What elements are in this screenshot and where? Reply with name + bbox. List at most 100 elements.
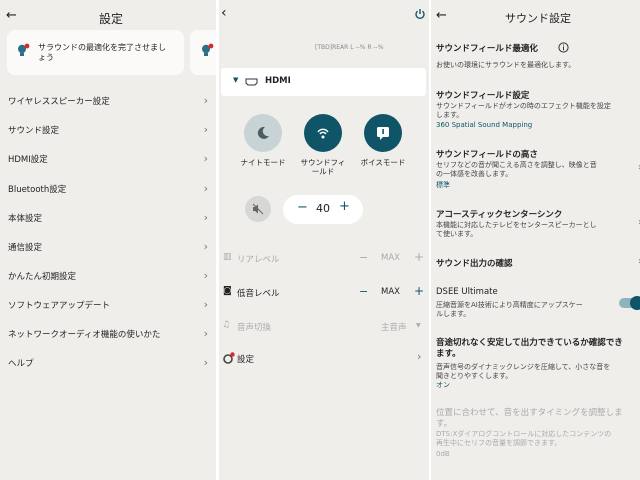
chevron-left-icon: ‹ [221,5,227,21]
arrow-left-icon: ← [6,8,17,23]
settings-item-desc: 音声信号のダイナミックレンジを圧縮して、小さな音を 聞きとりやすくします。 [436,363,611,380]
menu-item-label: 通信設定 [8,242,43,253]
menu-item-network[interactable]: 通信設定 › [0,232,216,261]
arrow-left-icon: ← [436,8,447,23]
rear-level-minus[interactable]: − [359,251,368,264]
hdmi-icon [245,78,258,86]
settings-item-title: サウンドフィールドの高さ [436,150,538,160]
chevron-right-icon: › [203,298,208,311]
chevron-right-icon: › [203,356,208,369]
volume-up-button[interactable]: + [339,199,350,214]
voice-mode-button[interactable] [364,114,402,152]
rear-level-plus[interactable]: + [414,250,424,264]
volume-down-button[interactable]: − [297,200,308,215]
sound-settings-screen: ← サウンド設定 サウンドフィールド最適化 お使いの環境にサラウンドを最適化しま… [431,0,640,480]
menu-item-label: HDMI設定 [8,154,48,165]
rear-level-label: リアレベル [237,255,280,265]
control-screen: ‹ [TBD]REAR L --% R --% ▼ HDMI ナイトモード サウ… [219,0,429,480]
settings-item-title: 音途切れなく安定して出力できているか確認でき ます。 [436,338,623,359]
notification-text-cont: ょう [38,53,54,62]
settings-item-title: サウンドフィールド設定 [436,91,530,101]
page-title: 設定 [99,12,124,26]
chevron-right-icon: › [203,211,208,224]
audio-switch-value[interactable]: 主音声 [381,321,407,333]
chevron-right-icon: › [203,94,208,107]
settings-item-title: サウンドフィールド最適化 [436,44,538,54]
menu-item-easy-setup[interactable]: かんたん初期設定 › [0,261,216,290]
subwoofer-icon: ◙ [223,286,232,296]
info-icon[interactable] [558,42,569,53]
menu-item-device[interactable]: 本体設定 › [0,203,216,232]
caret-down-icon: ▼ [233,76,239,84]
settings-link-label: 設定 [237,355,255,365]
settings-item-desc: お使いの環境にサラウンドを最適化します。 [436,61,576,69]
menu-item-label: かんたん初期設定 [8,271,77,282]
voice-mode-icon [377,127,389,140]
sound-field-icon [317,128,329,139]
mute-icon [252,203,264,215]
notification-card[interactable]: サラウンドの最適化を完了させまし ょう [7,30,184,75]
menu-item-wireless-speaker[interactable]: ワイヤレススピーカー設定 › [0,86,216,115]
rear-level-row: ▥ リアレベル − MAX + [219,250,429,270]
menu-item-network-audio[interactable]: ネットワークオーディオ機能の使いかた › [0,319,216,348]
volume-control: − 40 + [283,195,363,224]
audio-track-icon: ♫ [222,320,231,330]
back-button[interactable]: ‹ [221,5,227,21]
menu-item-label: Bluetooth設定 [8,184,67,195]
settings-item-title: アコースティックセンターシンク [436,210,563,220]
settings-item-value: 360 Spatial Sound Mapping [436,121,533,129]
bass-level-label: 低音レベル [237,289,280,299]
caret-down-icon: ▼ [416,322,421,329]
settings-screen: ← 設定 サラウンドの最適化を完了させまし ょう ワイヤレススピーカー設定 › サ… [0,0,216,480]
bass-level-row: ◙ 低音レベル − MAX + [219,284,429,304]
menu-item-help[interactable]: ヘルプ › [0,348,216,377]
power-icon[interactable] [414,8,426,20]
notification-text: サラウンドの最適化を完了させまし [38,43,166,52]
menu-item-bluetooth[interactable]: Bluetooth設定 › [0,174,216,203]
notification-card-next[interactable] [190,30,216,75]
back-button[interactable]: ← [6,8,17,23]
menu-item-hdmi[interactable]: HDMI設定 › [0,144,216,173]
input-source-selector[interactable]: ▼ HDMI [221,68,426,96]
settings-item-desc: DTS:Xダイアログコントロールに対応したコンテンツの 再生中にセリフの音量を調… [436,430,612,447]
settings-link-row[interactable]: 設定 › [219,350,429,370]
night-mode-label: ナイトモード [233,158,293,167]
back-button[interactable]: ← [436,8,447,23]
sound-field-button[interactable] [304,114,342,152]
menu-item-sound[interactable]: サウンド設定 › [0,115,216,144]
chevron-right-icon: › [203,123,208,136]
mode-label-line: ールド [311,167,335,176]
settings-item-title: DSEE Ultimate [436,287,498,297]
chevron-right-icon: › [203,152,208,165]
bulb-alert-icon [18,43,30,56]
voice-mode-label: ボイスモード [353,158,413,167]
menu-item-software-update[interactable]: ソフトウェアアップデート › [0,290,216,319]
input-source-label: HDMI [265,76,291,86]
settings-item-value: 標準 [436,181,450,189]
mute-button[interactable] [245,196,271,222]
menu-item-label: ソフトウェアアップデート [8,300,111,311]
toggle-knob [630,296,640,310]
settings-item-value: 0dB [436,450,450,458]
rear-speaker-icon: ▥ [223,252,232,262]
menu-item-label: サウンド設定 [8,125,60,136]
chevron-right-icon: › [203,269,208,282]
rear-level-value: MAX [381,253,400,263]
volume-value: 40 [316,202,330,215]
mode-label-line: サウンドフィ [300,158,346,167]
chevron-right-icon: › [203,240,208,253]
chevron-right-icon: › [417,350,422,363]
audio-switch-row: ♫ 音声切換 主音声 ▼ [219,318,429,338]
bass-level-value: MAX [381,287,400,297]
settings-item-desc: セリフなどの音が聞こえる高さを調整し、映像と音 の一体感を改善します。 [436,161,597,178]
settings-item-desc: 位置に合わせて、音を出すタイミングを調整しま す。 [436,408,623,429]
night-mode-button[interactable] [244,114,282,152]
sound-field-label: サウンドフィ ールド [293,158,353,176]
bass-level-minus[interactable]: − [359,285,368,298]
settings-item-title: サウンド出力の確認 [436,259,513,269]
dsee-toggle[interactable] [619,296,640,310]
settings-item-desc: 圧縮音源をAI技術により高精度にアップスケー ルします。 [436,301,583,318]
rear-speaker-status: [TBD]REAR L --% R --% [315,44,384,51]
chevron-right-icon: › [203,327,208,340]
bass-level-plus[interactable]: + [414,284,424,298]
